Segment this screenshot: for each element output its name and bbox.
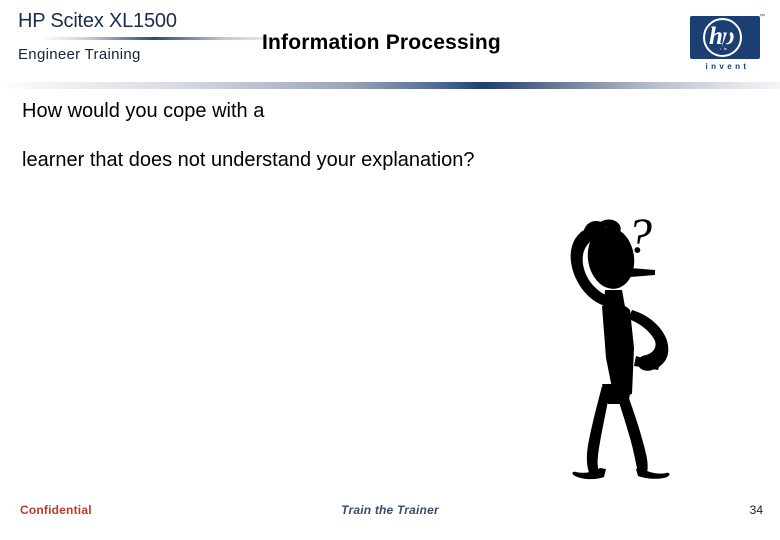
brand-block: HP Scitex XL1500 Engineer Training — [18, 8, 298, 63]
hp-logo-tagline: invent — [705, 62, 750, 71]
hp-logo-circle: hp — [703, 18, 742, 57]
brand-divider — [40, 37, 295, 40]
hp-logo-badge: hp ™ — [690, 14, 765, 59]
question-mark-icon: ? — [627, 207, 652, 263]
question-line-1: How would you cope with a — [22, 100, 265, 122]
page-number: 34 — [749, 503, 763, 517]
page-title: Information Processing — [262, 31, 501, 54]
question-line-2: learner that does not understand your ex… — [22, 149, 475, 171]
slide-body: How would you cope with a learner that d… — [22, 98, 642, 173]
slide: HP Scitex XL1500 Engineer Training Infor… — [0, 0, 780, 540]
puzzled-person-icon: ? — [548, 198, 698, 480]
brand-title: HP Scitex XL1500 — [18, 10, 177, 32]
header-divider — [0, 82, 780, 89]
trademark-icon: ™ — [759, 14, 765, 20]
slide-footer: Confidential Train the Trainer 34 — [0, 500, 780, 526]
hp-invent-logo: hp ™ invent — [690, 14, 765, 78]
footer-course-label: Train the Trainer — [341, 503, 439, 517]
slide-header: HP Scitex XL1500 Engineer Training Infor… — [0, 0, 780, 92]
svg-text:?: ? — [627, 207, 652, 263]
puzzled-person-svg: ? — [570, 207, 670, 480]
brand-subtitle: Engineer Training — [18, 46, 141, 63]
